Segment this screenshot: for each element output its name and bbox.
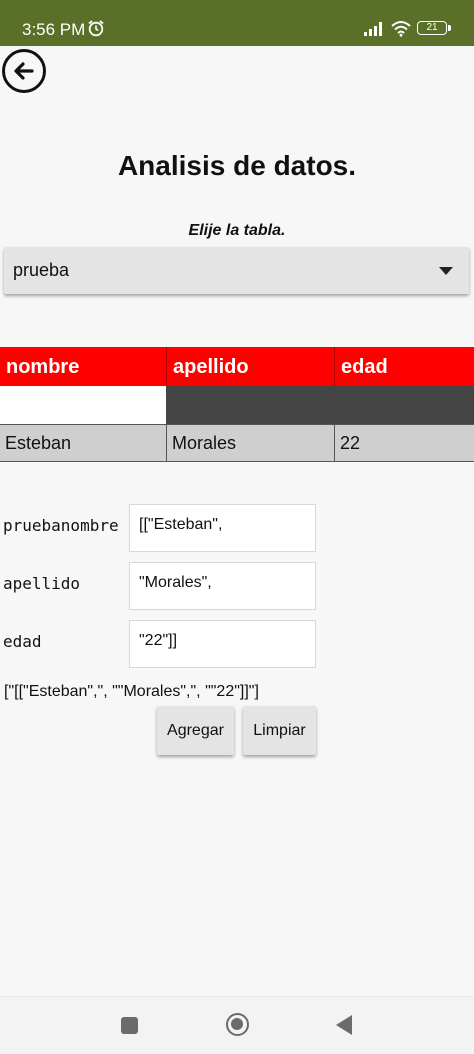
clear-button[interactable]: Limpiar (243, 706, 316, 755)
field-label-apellido: apellido (3, 574, 81, 593)
page-title: Analisis de datos. (117, 150, 357, 181)
page-subtitle: Elije la tabla. (188, 222, 286, 239)
table-cell (166, 386, 334, 424)
signal-icon (364, 22, 382, 36)
caret-down-icon (439, 267, 453, 275)
table-cell: 22 (334, 424, 474, 462)
status-time: 3:56 PM (22, 20, 86, 39)
table-spacer-row (0, 386, 474, 424)
table-cell: Esteban (0, 424, 166, 462)
table-header-row: nombre apellido edad (0, 347, 474, 386)
data-table: nombre apellido edad Esteban Morales 22 (0, 347, 474, 462)
recents-icon[interactable] (121, 1017, 138, 1034)
table-dropdown[interactable]: prueba (4, 247, 469, 294)
home-icon[interactable] (226, 1013, 249, 1036)
result-text: ["[["Esteban",", ""Morales",", ""22"]]"] (4, 683, 259, 700)
table-cell (0, 386, 166, 424)
column-header: edad (334, 347, 474, 386)
table-cell (334, 386, 474, 424)
battery-level: 21 (426, 22, 438, 33)
add-button[interactable]: Agregar (157, 706, 234, 755)
table-row: Esteban Morales 22 (0, 424, 474, 462)
battery-icon: 21 (417, 21, 451, 35)
status-bar: 3:56 PM 21 (0, 0, 474, 46)
field-label-pruebanombre: pruebanombre (3, 516, 119, 535)
column-header: nombre (6, 356, 80, 378)
system-nav-bar (0, 996, 474, 1054)
field-label-edad: edad (3, 632, 42, 651)
back-button[interactable] (2, 49, 46, 93)
dropdown-selected-value: prueba (13, 260, 70, 280)
table-cell: Morales (166, 424, 334, 462)
apellido-field[interactable]: "Morales", (129, 562, 316, 610)
back-triangle-icon[interactable] (336, 1015, 352, 1035)
column-header: apellido (166, 347, 334, 386)
edad-field[interactable]: "22"]] (129, 620, 316, 668)
arrow-left-icon (14, 62, 34, 80)
pruebanombre-field[interactable]: [["Esteban", (129, 504, 316, 552)
wifi-icon (391, 21, 411, 37)
alarm-icon (88, 20, 104, 37)
